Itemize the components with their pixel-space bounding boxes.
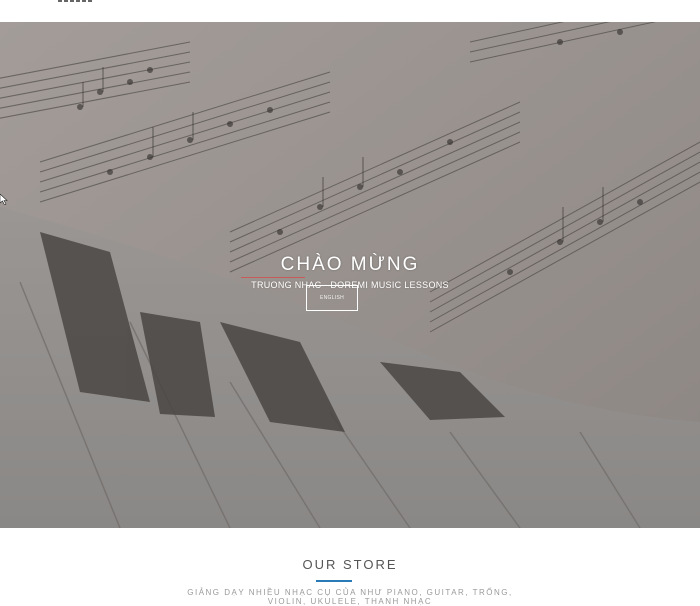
section-title-underline [316,580,352,582]
hero-title: CHÀO MỪNG [280,254,420,275]
english-language-button[interactable]: ENGLISH [306,285,358,311]
section-description-line: VIOLIN, UKULELE, THANH NHẠC [267,597,433,606]
section-description: GIẢNG DẠY NHIỀU NHẠC CỤ CỦA NHƯ PIANO, G… [0,588,700,606]
section-title: OUR STORE [302,557,398,572]
hero-banner: CHÀO MỪNG TRUONG NHAC - DOREMI MUSIC LES… [0,22,700,528]
mouse-cursor-icon [0,194,8,205]
top-bar [0,0,700,22]
logo-icon[interactable] [58,0,94,4]
subtitle-underline [241,277,305,278]
section-description-line: GIẢNG DẠY NHIỀU NHẠC CỤ CỦA NHƯ PIANO, G… [187,588,513,597]
